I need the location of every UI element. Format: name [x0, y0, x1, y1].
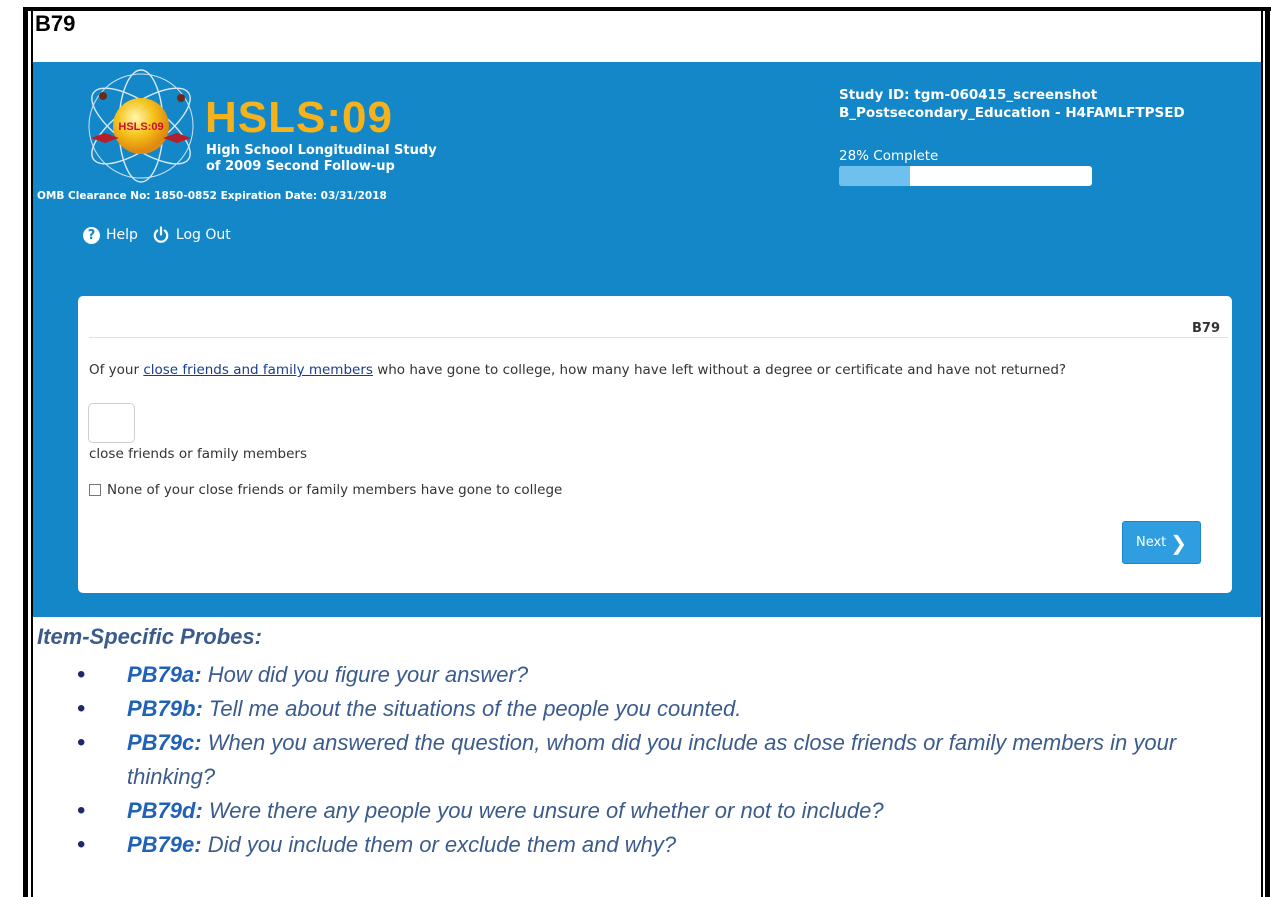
question-id: B79 [1192, 321, 1220, 336]
progress-label: 28% Complete [839, 148, 939, 164]
count-input[interactable] [88, 403, 135, 443]
hsls-logo-icon: HSLS:09 [88, 69, 194, 183]
next-button[interactable]: Next ❯ [1122, 521, 1201, 564]
power-icon [153, 226, 169, 243]
svg-text:HSLS:09: HSLS:09 [118, 121, 163, 133]
question-text-before: Of your [89, 362, 144, 378]
probe-text: When you answered the question, whom did… [127, 730, 1177, 789]
frame-border-right [1265, 7, 1270, 897]
probe-text: Tell me about the situations of the peop… [202, 696, 742, 721]
study-info: Study ID: tgm-060415_screenshot B_Postse… [839, 86, 1185, 122]
logout-label: Log Out [175, 227, 231, 243]
help-link[interactable]: ? Help [83, 226, 138, 244]
frame-border-right-inner [1261, 11, 1263, 897]
frame-border-left [23, 7, 28, 897]
next-label: Next [1135, 535, 1167, 550]
probe-code: PB79b: [127, 696, 203, 721]
card-divider [89, 337, 1228, 338]
header-toolbar: ? Help Log Out [83, 226, 231, 244]
brand-subtitle: High School Longitudinal Study of 2009 S… [206, 143, 437, 175]
probe-text: How did you figure your answer? [201, 662, 529, 687]
probe-code: PB79a: [127, 662, 202, 687]
brand-subtitle-line1: High School Longitudinal Study [206, 143, 437, 158]
none-checkbox[interactable] [89, 484, 101, 496]
brand-subtitle-line2: of 2009 Second Follow-up [206, 159, 395, 174]
progress-bar-fill [839, 166, 910, 186]
probes-list: PB79a: How did you figure your answer? P… [77, 658, 1240, 862]
count-unit-label: close friends or family members [89, 446, 307, 462]
definition-link[interactable]: close friends and family members [143, 362, 373, 378]
probe-item: PB79c: When you answered the question, w… [77, 726, 1240, 794]
probes-heading: Item-Specific Probes: [37, 624, 262, 649]
none-option[interactable]: None of your close friends or family mem… [89, 482, 562, 498]
probe-code: PB79d: [127, 798, 203, 823]
chevron-right-icon: ❯ [1170, 530, 1188, 555]
probe-code: PB79e: [127, 832, 202, 857]
question-text: Of your close friends and family members… [89, 362, 1066, 378]
help-label: Help [106, 227, 138, 243]
probe-item: PB79a: How did you figure your answer? [77, 658, 1240, 692]
progress-bar [839, 166, 1092, 186]
question-text-after: who have gone to college, how many have … [372, 362, 1067, 378]
probe-item: PB79d: Were there any people you were un… [77, 794, 1240, 828]
survey-screen: HSLS:09 HSLS:09 High School Longitudinal… [33, 62, 1261, 617]
logout-link[interactable]: Log Out [152, 226, 231, 244]
section-name: B_Postsecondary_Education - H4FAMLFTPSED [839, 105, 1185, 121]
omb-clearance: OMB Clearance No: 1850-0852 Expiration D… [37, 190, 387, 202]
probe-text: Did you include them or exclude them and… [201, 832, 677, 857]
brand-title: HSLS:09 [205, 93, 393, 142]
item-heading: B79 [35, 11, 76, 36]
frame-border-top [23, 7, 1271, 11]
question-card: B79 Of your close friends and family mem… [78, 296, 1232, 593]
question-circle-icon: ? [83, 226, 100, 244]
none-checkbox-label: None of your close friends or family mem… [107, 482, 563, 498]
probe-text: Were there any people you were unsure of… [202, 798, 884, 823]
probe-item: PB79e: Did you include them or exclude t… [77, 828, 1240, 862]
probe-code: PB79c: [127, 730, 202, 755]
study-id: Study ID: tgm-060415_screenshot [839, 87, 1098, 103]
probe-item: PB79b: Tell me about the situations of t… [77, 692, 1240, 726]
